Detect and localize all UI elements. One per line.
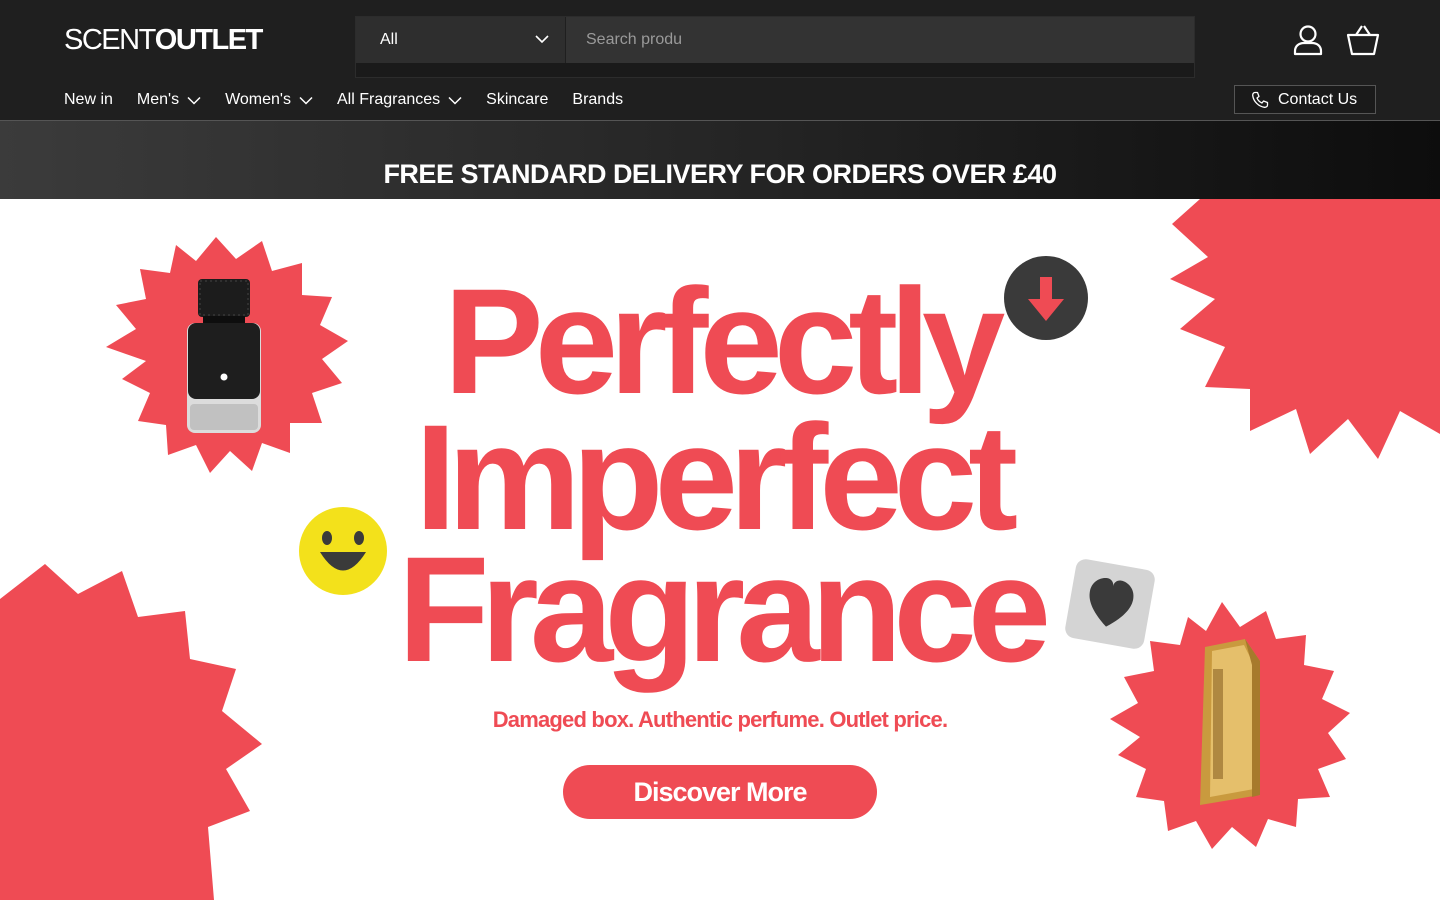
discover-more-button[interactable]: Discover More: [563, 765, 877, 819]
chevron-down-icon: [187, 96, 201, 105]
site-header: SCENTOUTLET All New in Men's Women's All…: [0, 0, 1440, 120]
nav-item-skincare[interactable]: Skincare: [486, 88, 548, 112]
hero-headline-line-1: Perfectly: [443, 257, 1006, 425]
nav-label: Men's: [136, 91, 180, 108]
nav-item-new-in[interactable]: New in: [64, 88, 113, 112]
chevron-down-icon: [448, 96, 462, 105]
nav-item-brands[interactable]: Brands: [572, 88, 623, 112]
nav-label: New in: [64, 91, 113, 108]
account-icon[interactable]: [1290, 22, 1326, 58]
search-category-value: All: [380, 31, 398, 48]
nav-item-all-fragrances[interactable]: All Fragrances: [337, 88, 462, 112]
hero-banner[interactable]: Perfectly Imperfect Fragrance Damaged bo…: [0, 199, 1440, 900]
logo-part-1: SCENT: [64, 24, 156, 56]
search-category-select[interactable]: All: [356, 17, 566, 63]
main-nav: New in Men's Women's All Fragrances Skin…: [64, 88, 647, 112]
site-logo[interactable]: SCENTOUTLET: [64, 24, 264, 56]
search-input[interactable]: [566, 17, 1194, 63]
search-bar: All: [355, 16, 1195, 78]
nav-item-mens[interactable]: Men's: [137, 88, 201, 112]
nav-label: Women's: [225, 91, 291, 108]
contact-us-label: Contact Us: [1278, 90, 1358, 108]
phone-icon: [1252, 91, 1269, 108]
nav-label: Skincare: [486, 91, 549, 108]
contact-us-button[interactable]: Contact Us: [1234, 85, 1376, 114]
nav-label: All Fragrances: [336, 91, 441, 108]
hero-tagline: Damaged box. Authentic perfume. Outlet p…: [492, 707, 948, 732]
nav-label: Brands: [572, 91, 624, 108]
announcement-bar: FREE STANDARD DELIVERY FOR ORDERS OVER £…: [0, 120, 1440, 199]
logo-part-2: OUTLET: [154, 24, 264, 56]
chevron-down-icon: [535, 35, 549, 44]
chevron-down-icon: [299, 96, 313, 105]
announcement-text: FREE STANDARD DELIVERY FOR ORDERS OVER £…: [383, 159, 1057, 189]
hero-headline-line-3: Fragrance: [397, 525, 1051, 693]
basket-icon[interactable]: [1345, 22, 1381, 58]
nav-item-womens[interactable]: Women's: [225, 88, 313, 112]
